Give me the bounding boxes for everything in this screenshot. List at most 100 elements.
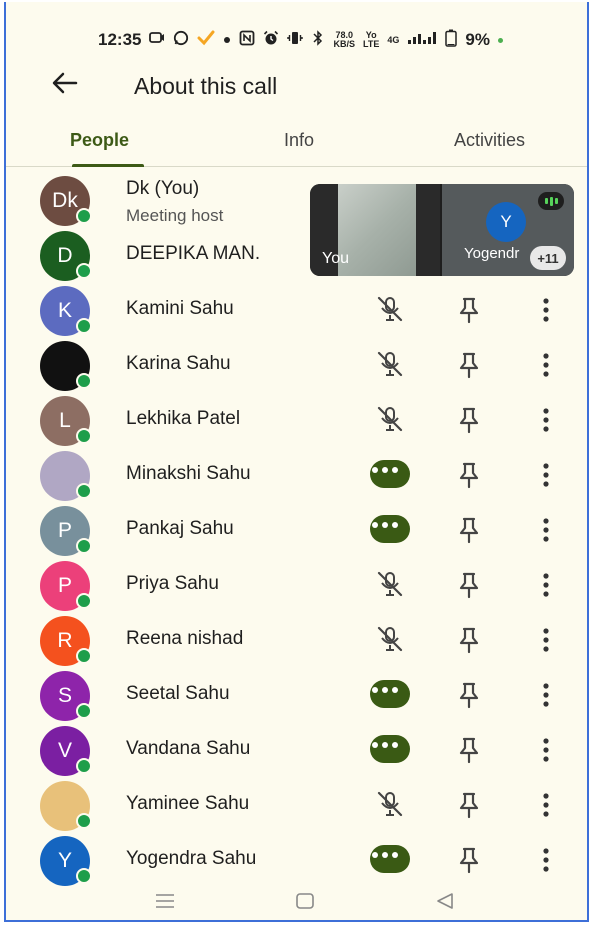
online-status-dot-icon <box>76 868 92 884</box>
back-nav-button[interactable] <box>434 892 456 915</box>
participant-row[interactable]: R Reena nishad <box>6 612 587 667</box>
participant-row[interactable]: Y Yogendra Sahu <box>6 832 587 887</box>
pin-icon[interactable] <box>454 735 484 765</box>
notification-dot-icon <box>223 31 231 49</box>
app-frame: 12:35 78.0 KB/S Yo LTE 4G 9% About this … <box>4 2 589 922</box>
speaking-indicator-icon[interactable] <box>370 514 410 544</box>
more-options-icon[interactable] <box>536 295 556 325</box>
mic-off-icon[interactable] <box>370 349 410 379</box>
avatar-initials: R <box>57 629 73 652</box>
pin-icon[interactable] <box>454 350 484 380</box>
pin-icon[interactable] <box>454 295 484 325</box>
pin-icon[interactable] <box>454 845 484 875</box>
online-status-dot-icon <box>76 648 92 664</box>
participant-name: Vandana Sahu <box>126 738 251 759</box>
participant-name: Minakshi Sahu <box>126 463 251 484</box>
more-options-icon[interactable] <box>536 845 556 875</box>
participant-row[interactable]: K Kamini Sahu <box>6 282 587 337</box>
checkmark-icon <box>197 30 215 51</box>
back-button[interactable] <box>50 68 90 104</box>
mic-off-icon[interactable] <box>370 569 410 599</box>
recents-button[interactable] <box>154 892 176 915</box>
pin-icon[interactable] <box>454 680 484 710</box>
more-options-icon[interactable] <box>536 460 556 490</box>
speaking-indicator-icon[interactable] <box>370 459 410 489</box>
participant-name: Yaminee Sahu <box>126 793 250 814</box>
participant-row[interactable]: S Seetal Sahu <box>6 667 587 722</box>
more-options-icon[interactable] <box>536 350 556 380</box>
pin-icon[interactable] <box>454 405 484 435</box>
avatar-initials: S <box>57 684 72 707</box>
pin-icon[interactable] <box>454 460 484 490</box>
pin-icon[interactable] <box>454 515 484 545</box>
pip-video-window[interactable]: You Y Yogendr +11 <box>310 184 574 276</box>
pip-more-count: +11 <box>530 246 566 270</box>
participant-row[interactable]: V Vandana Sahu <box>6 722 587 777</box>
online-status-dot-icon <box>76 208 92 224</box>
participant-name: Reena nishad <box>126 628 244 649</box>
mic-off-icon[interactable] <box>370 404 410 434</box>
participant-avatar: Y <box>40 836 92 886</box>
participant-row[interactable]: Minakshi Sahu <box>6 447 587 502</box>
battery-icon <box>445 29 458 52</box>
participant-avatar: V <box>40 726 92 776</box>
system-nav-bar <box>6 886 587 920</box>
online-status-dot-icon <box>76 263 92 279</box>
speaking-indicator-icon[interactable] <box>370 679 410 709</box>
app-bar: About this call <box>6 66 587 106</box>
volte-bottom: LTE <box>363 39 380 49</box>
triangle-back-icon <box>437 893 453 909</box>
mic-off-icon[interactable] <box>370 789 410 819</box>
participant-name: Dk (You) <box>126 178 200 199</box>
whatsapp-icon <box>173 30 189 51</box>
online-status-dot-icon <box>76 813 92 829</box>
avatar-initials: D <box>57 244 73 267</box>
cast-icon <box>149 31 165 50</box>
participant-role: Meeting host <box>126 206 224 225</box>
avatar-initials: Dk <box>52 189 78 212</box>
mic-off-icon[interactable] <box>370 294 410 324</box>
online-status-dot-icon <box>76 758 92 774</box>
online-status-dot-icon <box>76 373 92 389</box>
nfc-icon <box>239 30 255 51</box>
pin-icon[interactable] <box>454 570 484 600</box>
online-status-dot-icon <box>76 703 92 719</box>
mic-off-icon[interactable] <box>370 624 410 654</box>
participant-name: Pankaj Sahu <box>126 518 234 539</box>
pip-self-label: You <box>322 250 349 267</box>
pip-other-name: Yogendr <box>464 245 520 262</box>
pip-other-tile: Y Yogendr +11 <box>442 184 574 276</box>
more-options-icon[interactable] <box>536 680 556 710</box>
pip-other-avatar: Y <box>486 202 526 242</box>
pin-icon[interactable] <box>454 790 484 820</box>
tab-info[interactable]: Info <box>284 130 314 151</box>
participant-row[interactable]: Karina Sahu <box>6 337 587 392</box>
more-options-icon[interactable] <box>536 625 556 655</box>
more-options-icon[interactable] <box>536 735 556 765</box>
speaking-indicator-icon[interactable] <box>370 734 410 764</box>
pip-self-video <box>338 184 416 276</box>
home-button[interactable] <box>294 892 316 915</box>
arrow-left-icon <box>52 72 78 94</box>
participant-name: Priya Sahu <box>126 573 219 594</box>
participant-row[interactable]: P Priya Sahu <box>6 557 587 612</box>
more-options-icon[interactable] <box>536 515 556 545</box>
participant-name: Seetal Sahu <box>126 683 230 704</box>
participant-row[interactable]: Yaminee Sahu <box>6 777 587 832</box>
tab-activities[interactable]: Activities <box>454 130 525 151</box>
participant-row[interactable]: L Lekhika Patel <box>6 392 587 447</box>
alarm-icon <box>263 30 279 51</box>
square-icon <box>296 893 314 909</box>
avatar-initials: Y <box>57 849 72 872</box>
more-options-icon[interactable] <box>536 405 556 435</box>
more-options-icon[interactable] <box>536 790 556 820</box>
online-status-dot-icon <box>76 318 92 334</box>
tab-people[interactable]: People <box>70 130 129 151</box>
avatar-initials: L <box>59 409 71 432</box>
speaking-indicator-icon[interactable] <box>370 844 410 874</box>
menu-lines-icon <box>156 894 174 908</box>
more-options-icon[interactable] <box>536 570 556 600</box>
pin-icon[interactable] <box>454 625 484 655</box>
participant-name: Karina Sahu <box>126 353 231 374</box>
participant-row[interactable]: P Pankaj Sahu <box>6 502 587 557</box>
